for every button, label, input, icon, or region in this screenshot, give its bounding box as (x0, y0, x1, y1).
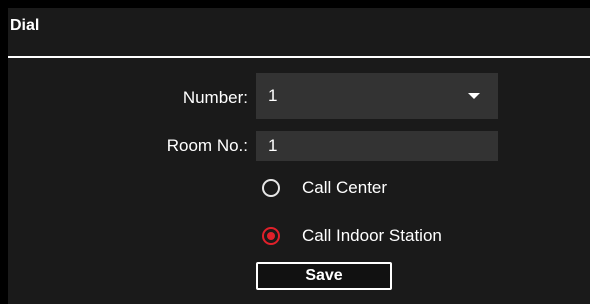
number-select-value: 1 (268, 86, 278, 105)
title-divider (8, 56, 590, 58)
call-indoor-station-label: Call Indoor Station (302, 226, 442, 245)
call-center-option[interactable]: Call Center (262, 177, 387, 199)
call-indoor-station-radio[interactable] (262, 227, 280, 245)
call-indoor-station-option[interactable]: Call Indoor Station (262, 225, 442, 247)
call-center-radio[interactable] (262, 179, 280, 197)
call-center-label: Call Center (302, 178, 388, 197)
chevron-down-icon (468, 93, 480, 99)
room-input[interactable]: 1 (256, 131, 498, 161)
panel: Dial Number: 1 Room No.: 1 Call Center C… (0, 0, 590, 304)
room-label: Room No.: (166, 136, 248, 155)
save-button[interactable]: Save (256, 262, 392, 290)
number-select[interactable]: 1 (256, 73, 498, 119)
section-title: Dial (10, 17, 40, 34)
number-label: Number: (182, 88, 248, 107)
